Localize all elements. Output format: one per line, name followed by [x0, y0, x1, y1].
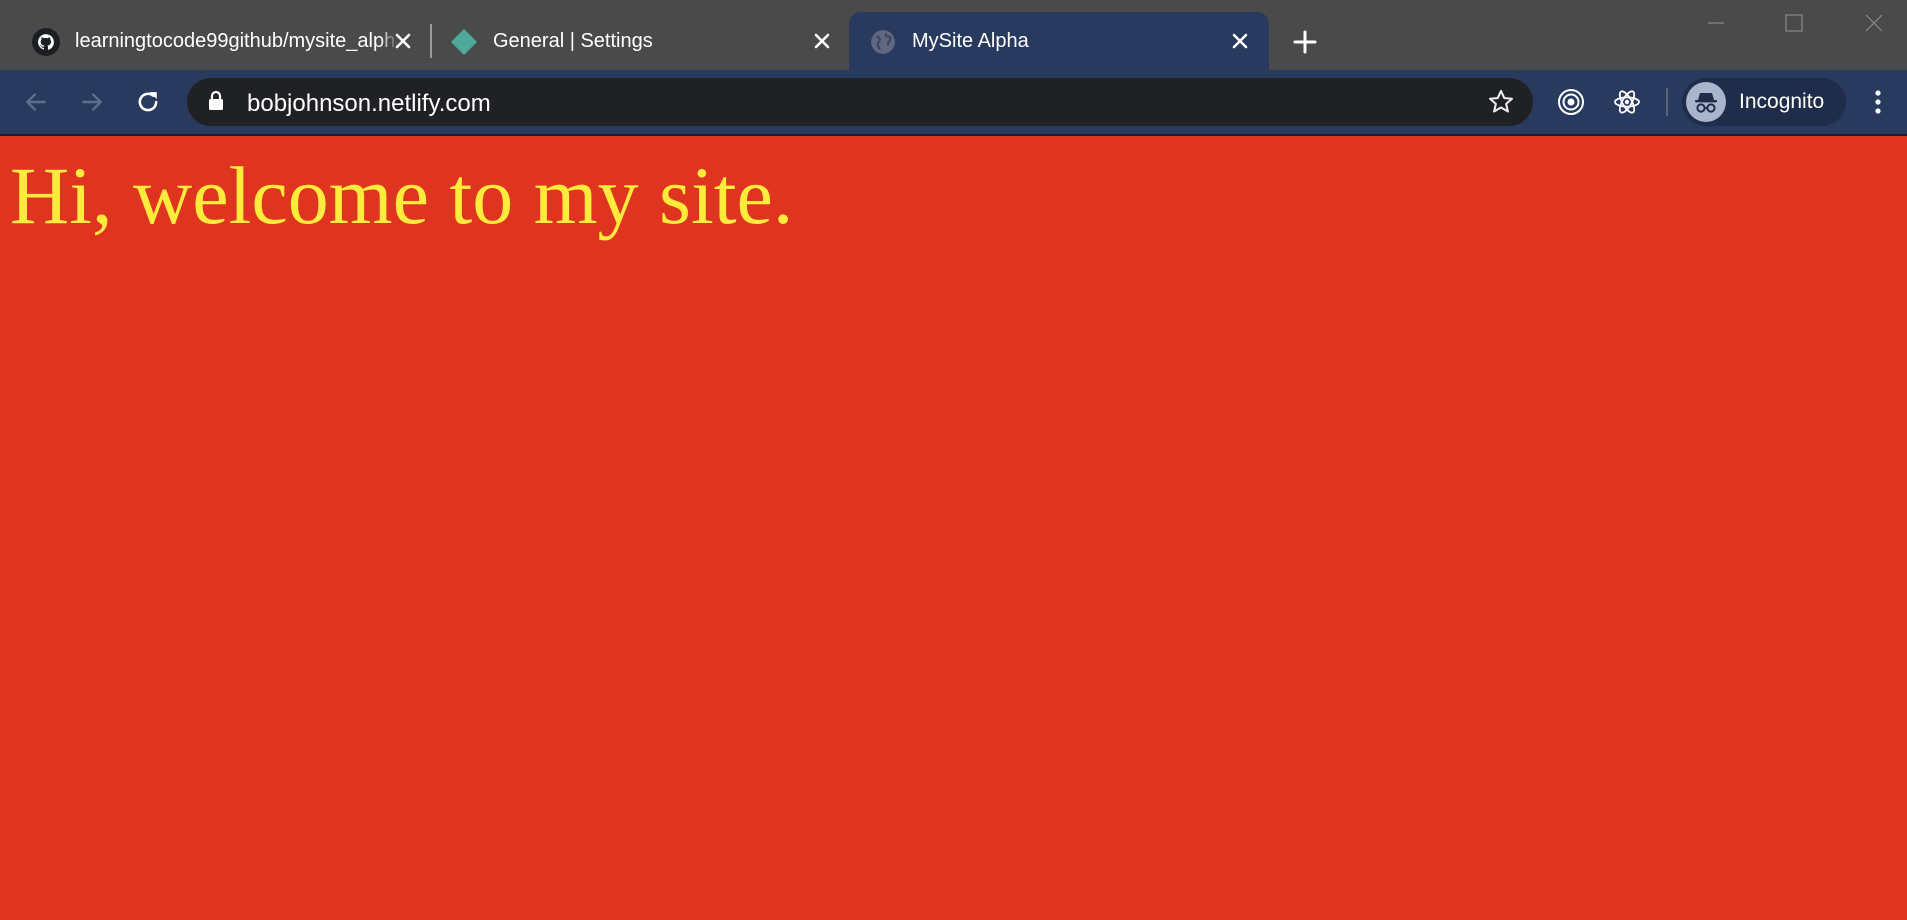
new-tab-button[interactable] — [1290, 27, 1320, 57]
close-tab-icon[interactable] — [810, 29, 834, 53]
lock-icon — [207, 90, 225, 117]
profile-label: Incognito — [1739, 90, 1825, 113]
back-arrow-icon — [26, 93, 46, 111]
maximize-icon — [1785, 14, 1803, 32]
close-tab-icon[interactable] — [391, 29, 415, 53]
forward-button[interactable] — [74, 84, 110, 120]
tab-general-settings[interactable]: General | Settings — [434, 12, 846, 70]
back-button[interactable] — [18, 84, 54, 120]
tab-title: MySite Alpha — [912, 30, 1029, 52]
plus-icon — [1293, 30, 1317, 54]
browser-toolbar: bobjohnson.netlify.com Incognito — [0, 70, 1907, 134]
tab-strip: learningtocode99github/mysite_alpha Gene… — [0, 0, 1907, 70]
reload-button[interactable] — [130, 84, 166, 120]
forward-arrow-icon — [82, 93, 102, 111]
close-window-button[interactable] — [1844, 0, 1904, 46]
tab-title: General | Settings — [493, 30, 653, 52]
close-window-icon — [1865, 14, 1883, 32]
tab-mysite-alpha[interactable]: MySite Alpha — [849, 12, 1269, 70]
tab-title: learningtocode99github/mysite_alpha — [75, 30, 397, 52]
reload-icon — [138, 92, 158, 112]
maximize-button[interactable] — [1764, 0, 1824, 46]
github-icon — [32, 28, 60, 56]
target-extension-icon — [1558, 89, 1584, 115]
globe-icon — [869, 28, 897, 56]
close-tab-icon[interactable] — [1228, 29, 1252, 53]
minimize-icon — [1708, 22, 1724, 24]
url-text[interactable]: bobjohnson.netlify.com — [247, 90, 491, 118]
tab-github-repo[interactable]: learningtocode99github/mysite_alpha — [16, 12, 426, 70]
react-atom-icon — [1614, 90, 1640, 114]
incognito-icon — [1686, 82, 1726, 122]
tab-separator — [430, 24, 432, 58]
address-bar[interactable]: bobjohnson.netlify.com — [187, 78, 1533, 126]
extension-button-react[interactable] — [1609, 84, 1645, 120]
profile-button[interactable]: Incognito — [1682, 78, 1846, 126]
toolbar-divider — [1666, 88, 1668, 116]
kebab-menu-icon — [1875, 90, 1881, 114]
netlify-diamond-icon — [450, 28, 478, 56]
welcome-heading: Hi, welcome to my site. — [10, 150, 794, 241]
extension-button-target[interactable] — [1553, 84, 1589, 120]
bookmark-star-icon[interactable] — [1487, 88, 1515, 121]
minimize-button[interactable] — [1686, 0, 1746, 46]
menu-button[interactable] — [1860, 84, 1896, 120]
page-viewport: Hi, welcome to my site. — [0, 136, 1907, 920]
